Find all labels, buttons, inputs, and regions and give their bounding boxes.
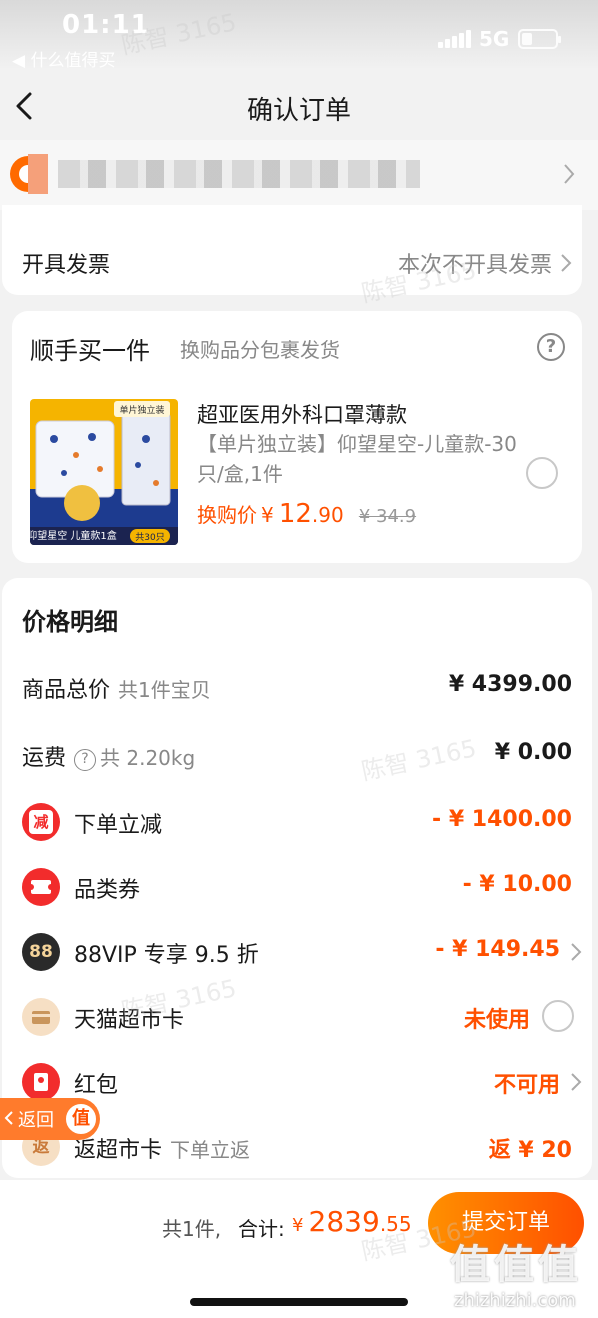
product-name[interactable]: 超亚医用外科口罩薄款 <box>197 399 537 429</box>
badge-text: 88 <box>29 942 53 962</box>
row-goods-total: 商品总价 共1件宝贝 ¥ 4399.00 <box>2 662 592 712</box>
row-label: 品类券 <box>74 878 141 903</box>
row-label: 下单立减 <box>74 813 163 838</box>
invoice-label: 开具发票 <box>22 253 111 278</box>
row-88vip[interactable]: 88 88VIP 专享 9.5 折 - ¥ 149.45 <box>2 927 592 977</box>
red-packet-icon <box>22 1063 60 1101</box>
product-image-tag: 单片独立装 <box>119 404 164 416</box>
float-back-button[interactable]: 返回 值 <box>0 1098 100 1140</box>
page-title: 确认订单 <box>246 96 351 126</box>
battery-icon <box>518 29 561 49</box>
row-value: 未使用 <box>463 1008 530 1033</box>
card-icon <box>22 998 60 1036</box>
row-tmall-card[interactable]: 天猫超市卡 未使用 <box>2 992 592 1042</box>
discount-badge-icon: 减 <box>22 803 60 841</box>
product-desc: 【单片独立装】仰望星空-儿童款-30只/盒,1件 <box>197 432 517 486</box>
price-detail-card: 价格明细 商品总价 共1件宝贝 ¥ 4399.00 运费? 共 2.20kg ¥ 0… <box>2 578 592 1178</box>
row-order-discount: 减 下单立减 - ¥ 1400.00 <box>2 797 592 847</box>
row-sub: 共 2.20kg <box>100 746 196 770</box>
row-label: 天猫超市卡 <box>74 1008 185 1033</box>
address-selector[interactable] <box>0 140 598 210</box>
chevron-right-icon <box>571 1073 582 1091</box>
row-label: 红包 <box>74 1073 119 1098</box>
row-category-coupon[interactable]: 品类券 - ¥ 10.00 <box>2 862 592 912</box>
price-detail-title: 价格明细 <box>22 608 118 636</box>
float-back-label: 返回 <box>18 1110 54 1131</box>
total-decimal: .55 <box>379 1212 412 1236</box>
total-currency: ¥ <box>292 1215 304 1236</box>
status-bar: 01:11 ◀ 什么值得买 5G <box>0 0 598 71</box>
row-red-packet[interactable]: 红包 不可用 <box>2 1057 592 1107</box>
row-value: ¥ 4399.00 <box>448 672 572 697</box>
status-time: 01:11 <box>62 10 150 40</box>
original-price: ¥ 34.9 <box>358 506 417 527</box>
home-indicator[interactable] <box>190 1298 408 1306</box>
network-type: 5G <box>479 27 510 51</box>
total-integer: 2839 <box>308 1205 380 1238</box>
invoice-value: 本次不开具发票 <box>397 253 552 278</box>
chevron-right-icon <box>571 943 582 961</box>
row-label: 运费 <box>22 746 67 771</box>
coupon-icon <box>22 868 60 906</box>
chevron-left-icon <box>4 1111 13 1125</box>
price-decimal: .90 <box>311 503 344 527</box>
price-label: 换购价 <box>197 503 257 527</box>
row-shipping: 运费? 共 2.20kg ¥ 0.00 <box>2 730 592 780</box>
row-label: 返超市卡 <box>74 1138 163 1163</box>
row-value: - ¥ 1400.00 <box>432 807 572 832</box>
row-value: ¥ 0.00 <box>494 740 572 765</box>
badge-text: 减 <box>29 810 53 834</box>
product-image-caption: 仰望星空 儿童款1盒 <box>30 529 117 542</box>
row-value: 不可用 <box>493 1073 560 1098</box>
chevron-right-icon <box>564 164 575 184</box>
row-label: 88VIP 专享 9.5 折 <box>74 943 259 968</box>
nav-bar: 确认订单 <box>0 70 598 140</box>
product-image[interactable]: 单片独立装 仰望星空 儿童款1盒 共30只 <box>30 399 178 545</box>
back-to-app-link[interactable]: ◀ 什么值得买 <box>12 46 115 71</box>
invoice-row[interactable]: 开具发票 本次不开具发票 <box>2 205 582 295</box>
item-count: 共1件, <box>162 1217 222 1241</box>
addon-select-radio[interactable] <box>526 457 558 489</box>
total-label: 合计: <box>238 1217 285 1241</box>
row-sub: 下单立返 <box>170 1138 251 1162</box>
price-currency: ¥ <box>261 503 274 527</box>
row-value: - ¥ 10.00 <box>462 872 572 897</box>
addon-card: 顺手买一件 换购品分包裹发货 ? 单片独立装 仰望星空 儿童款1盒 共30只 超… <box>12 311 582 563</box>
smzdm-logo-icon: 值 <box>64 1102 98 1136</box>
vip88-icon: 88 <box>22 933 60 971</box>
question-icon[interactable]: ? <box>74 749 97 771</box>
total-amount: ¥ 2839.55 <box>292 1205 412 1238</box>
product-image-count: 共30只 <box>135 532 164 543</box>
address-redacted-text <box>58 160 420 188</box>
row-value: 返 ¥ 20 <box>488 1138 572 1163</box>
signal-icon <box>438 30 472 48</box>
site-watermark-logo: 值值值 <box>450 1242 582 1288</box>
addon-subtitle: 换购品分包裹发货 <box>180 338 340 362</box>
tmall-card-radio[interactable] <box>542 1000 574 1032</box>
row-value: - ¥ 149.45 <box>435 937 560 962</box>
address-redacted <box>28 154 48 194</box>
addon-title: 顺手买一件 <box>30 337 150 365</box>
help-icon[interactable]: ? <box>537 333 565 361</box>
site-watermark-url: zhizhizhi.com <box>454 1290 576 1311</box>
chevron-right-icon <box>561 254 572 272</box>
row-sub: 共1件宝贝 <box>118 678 211 702</box>
product-price-row: 换购价 ¥ 12.90 ¥ 34.9 <box>197 499 416 529</box>
row-label: 商品总价 <box>22 678 111 703</box>
price-integer: 12 <box>278 499 312 529</box>
